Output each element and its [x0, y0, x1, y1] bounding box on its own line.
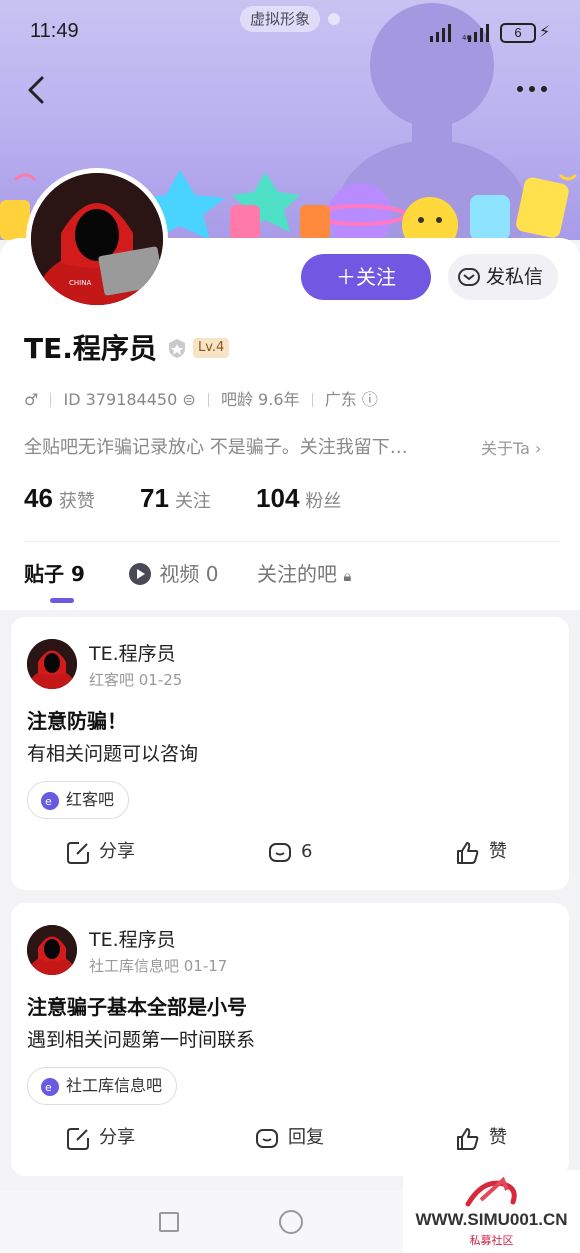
thumbs-up-icon: [457, 842, 479, 864]
forum-icon: e: [41, 1078, 59, 1096]
forum-tag[interactable]: e 红客吧: [27, 781, 130, 819]
signal-2-icon: 4G: [462, 24, 489, 42]
stat-fans-num: 104: [256, 483, 300, 513]
forum-age: 吧龄 9.6年: [220, 390, 300, 409]
stat-fans-label: 粉丝: [305, 491, 342, 512]
bio-text: 全贴吧无诈骗记录放心 不是骗子。关注我留下…: [24, 437, 408, 458]
send-message-button[interactable]: 发私信: [448, 254, 558, 300]
stat-likes[interactable]: 46 获赞: [24, 483, 95, 514]
about-link[interactable]: 关于Ta ›: [481, 435, 541, 459]
forum-tag-label: 红客吧: [66, 790, 115, 809]
follow-button-label: 关注: [356, 265, 396, 289]
post-author-name[interactable]: TE.程序员: [89, 925, 176, 952]
signal-icon: [430, 24, 451, 42]
copy-icon[interactable]: ⊜: [182, 390, 195, 409]
post-body[interactable]: 遇到相关问题第一时间联系: [27, 1025, 255, 1052]
svg-text:e: e: [45, 795, 52, 808]
comment-icon: [269, 843, 291, 862]
status-bar: 11:49 虚拟形象 4G 6 ⚡: [0, 0, 580, 64]
follow-button[interactable]: ＋关注: [301, 254, 431, 300]
hacker-avatar-image: CHINA: [31, 173, 163, 305]
stat-likes-num: 46: [24, 483, 53, 513]
divider: [24, 541, 560, 542]
svg-text:e: e: [45, 1081, 52, 1094]
comment-icon: [256, 1129, 278, 1148]
forum-icon: e: [41, 792, 59, 810]
forum-tag[interactable]: e 社工库信息吧: [27, 1067, 178, 1105]
tab-posts[interactable]: 贴子 9: [24, 558, 85, 587]
about-label: 关于Ta: [481, 439, 530, 458]
post-meta: 社工库信息吧 01-17: [89, 957, 228, 975]
reply-label: 回复: [288, 1127, 324, 1148]
more-icon[interactable]: [512, 78, 552, 100]
plus-icon: ＋: [336, 265, 356, 289]
post-card[interactable]: TE.程序员 红客吧 01-25 注意防骗！ 有相关问题可以咨询 e 红客吧 分…: [11, 617, 569, 890]
watermark-label: 私募社区: [469, 1234, 514, 1247]
comment-count: 6: [301, 841, 313, 862]
post-meta: 红客吧 01-25: [89, 671, 183, 689]
mail-icon: [458, 268, 480, 286]
location: 广东: [324, 390, 357, 409]
post-author-avatar[interactable]: [27, 925, 77, 975]
svg-text:4G: 4G: [462, 34, 472, 42]
stat-likes-label: 获赞: [58, 491, 95, 512]
help-icon[interactable]: ⓘ: [362, 390, 378, 409]
profile-avatar[interactable]: CHINA: [26, 168, 168, 310]
like-label: 赞: [489, 841, 507, 862]
stat-following-num: 71: [140, 483, 169, 513]
forum-tag-label: 社工库信息吧: [66, 1076, 163, 1095]
tab-videos[interactable]: 视频 0: [127, 558, 218, 587]
share-icon: [67, 842, 89, 864]
pill-dot: [328, 13, 340, 25]
clock: 11:49: [30, 20, 79, 42]
profile-stats: 46 获赞 71 关注 104 粉丝: [24, 483, 381, 517]
thumbs-up-icon: [457, 1128, 479, 1150]
watermark-logo: [465, 1176, 517, 1207]
share-label: 分享: [99, 1127, 135, 1148]
lock-icon: 🔒︎: [343, 567, 352, 585]
post-author-name[interactable]: TE.程序员: [89, 639, 176, 666]
tab-videos-label: 视频 0: [159, 562, 219, 586]
tab-followed-forums-label: 关注的吧: [257, 562, 337, 586]
post-author-avatar[interactable]: [27, 639, 77, 689]
share-label: 分享: [99, 841, 135, 862]
battery-icon: 6: [500, 23, 536, 43]
watermark: WWW.SIMU001.CN 私募社区: [403, 1170, 580, 1253]
svg-text:CHINA: CHINA: [69, 279, 91, 287]
shield-badge-icon: [169, 339, 185, 358]
user-id: ID 379184450: [63, 390, 178, 409]
send-message-label: 发私信: [486, 266, 544, 288]
virtual-avatar-pill[interactable]: 虚拟形象: [240, 6, 321, 32]
tab-active-indicator: [50, 598, 74, 603]
tab-followed-forums[interactable]: 关注的吧 🔒︎: [257, 558, 351, 587]
watermark-site: WWW.SIMU001.CN: [415, 1210, 568, 1229]
post-card[interactable]: TE.程序员 社工库信息吧 01-17 注意骗子基本全部是小号 遇到相关问题第一…: [11, 903, 569, 1176]
stat-following-label: 关注: [174, 491, 211, 512]
post-title[interactable]: 注意骗子基本全部是小号: [27, 991, 247, 1020]
stat-following[interactable]: 71 关注: [140, 483, 211, 514]
level-badge: Lv.4: [193, 338, 230, 358]
recent-apps-icon[interactable]: [159, 1212, 179, 1232]
stat-fans[interactable]: 104 粉丝: [256, 483, 341, 514]
back-icon[interactable]: [22, 72, 54, 108]
chevron-right-icon: ›: [535, 439, 542, 458]
like-label: 赞: [489, 1127, 507, 1148]
hacker-avatar-image: [27, 639, 77, 689]
male-icon: ♂: [24, 390, 39, 409]
video-icon: [129, 563, 151, 585]
hacker-avatar-image: [27, 925, 77, 975]
home-icon[interactable]: [279, 1210, 303, 1234]
post-title[interactable]: 注意防骗！: [27, 705, 127, 734]
post-body[interactable]: 有相关问题可以咨询: [27, 739, 198, 766]
share-icon: [67, 1128, 89, 1150]
username: TE.程序员: [24, 332, 157, 365]
profile-meta: ♂ ID 379184450 ⊜ 吧龄 9.6年 广东 ⓘ: [24, 388, 378, 412]
charging-icon: ⚡: [539, 22, 551, 41]
